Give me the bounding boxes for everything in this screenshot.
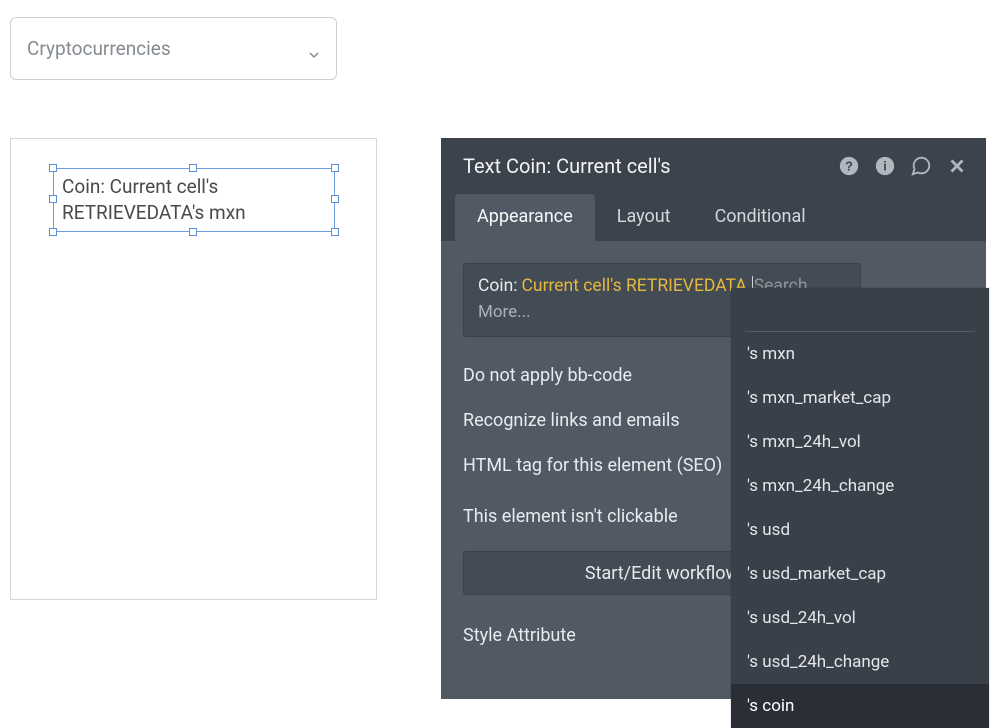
tab-layout[interactable]: Layout	[595, 194, 693, 241]
autocomplete-dropdown: 's mxn's mxn_market_cap's mxn_24h_vol's …	[731, 288, 989, 728]
panel-tabs: Appearance Layout Conditional	[441, 194, 986, 241]
expression-dynamic-text[interactable]: Current cell's RETRIEVEDATA	[522, 276, 747, 296]
chevron-down-icon	[308, 43, 320, 55]
tab-conditional[interactable]: Conditional	[693, 194, 828, 241]
selected-text-content: Coin: Current cell's RETRIEVEDATA's mxn	[62, 174, 326, 225]
resize-handle-top-middle[interactable]	[189, 164, 197, 172]
autocomplete-item[interactable]: 's mxn_24h_vol	[731, 420, 989, 464]
editor-canvas[interactable]: Coin: Current cell's RETRIEVEDATA's mxn	[10, 138, 377, 600]
help-icon[interactable]: ?	[838, 155, 860, 177]
svg-text:i: i	[883, 159, 887, 174]
resize-handle-top-right[interactable]	[331, 164, 339, 172]
close-icon[interactable]	[946, 155, 968, 177]
autocomplete-item[interactable]: 's mxn_market_cap	[731, 376, 989, 420]
autocomplete-item[interactable]: 's usd_24h_change	[731, 640, 989, 684]
autocomplete-item[interactable]: 's mxn	[731, 332, 989, 376]
resize-handle-middle-left[interactable]	[49, 195, 57, 203]
resize-handle-bottom-right[interactable]	[331, 228, 339, 236]
resize-handle-bottom-left[interactable]	[49, 228, 57, 236]
tab-appearance[interactable]: Appearance	[455, 194, 595, 241]
resize-handle-top-left[interactable]	[49, 164, 57, 172]
autocomplete-item[interactable]: 's usd_market_cap	[731, 552, 989, 596]
autocomplete-list: 's mxn's mxn_market_cap's mxn_24h_vol's …	[731, 332, 989, 728]
autocomplete-item[interactable]: 's usd_24h_vol	[731, 596, 989, 640]
autocomplete-item[interactable]: 's mxn_24h_change	[731, 464, 989, 508]
panel-header-icons: ? i	[838, 155, 968, 177]
comment-icon[interactable]	[910, 155, 932, 177]
resize-handle-middle-right[interactable]	[331, 195, 339, 203]
svg-text:?: ?	[845, 159, 853, 174]
panel-title: Text Coin: Current cell's	[463, 154, 838, 178]
resize-handle-bottom-middle[interactable]	[189, 228, 197, 236]
selected-text-element[interactable]: Coin: Current cell's RETRIEVEDATA's mxn	[54, 169, 334, 231]
dropdown-value: Cryptocurrencies	[27, 37, 171, 60]
autocomplete-item[interactable]: 's usd	[731, 508, 989, 552]
expression-static-text: Coin:	[478, 276, 518, 296]
autocomplete-header	[745, 288, 975, 332]
autocomplete-item[interactable]: 's coin	[731, 684, 989, 728]
cryptocurrency-dropdown[interactable]: Cryptocurrencies	[10, 17, 337, 80]
info-icon[interactable]: i	[874, 155, 896, 177]
panel-header[interactable]: Text Coin: Current cell's ? i	[441, 138, 986, 194]
